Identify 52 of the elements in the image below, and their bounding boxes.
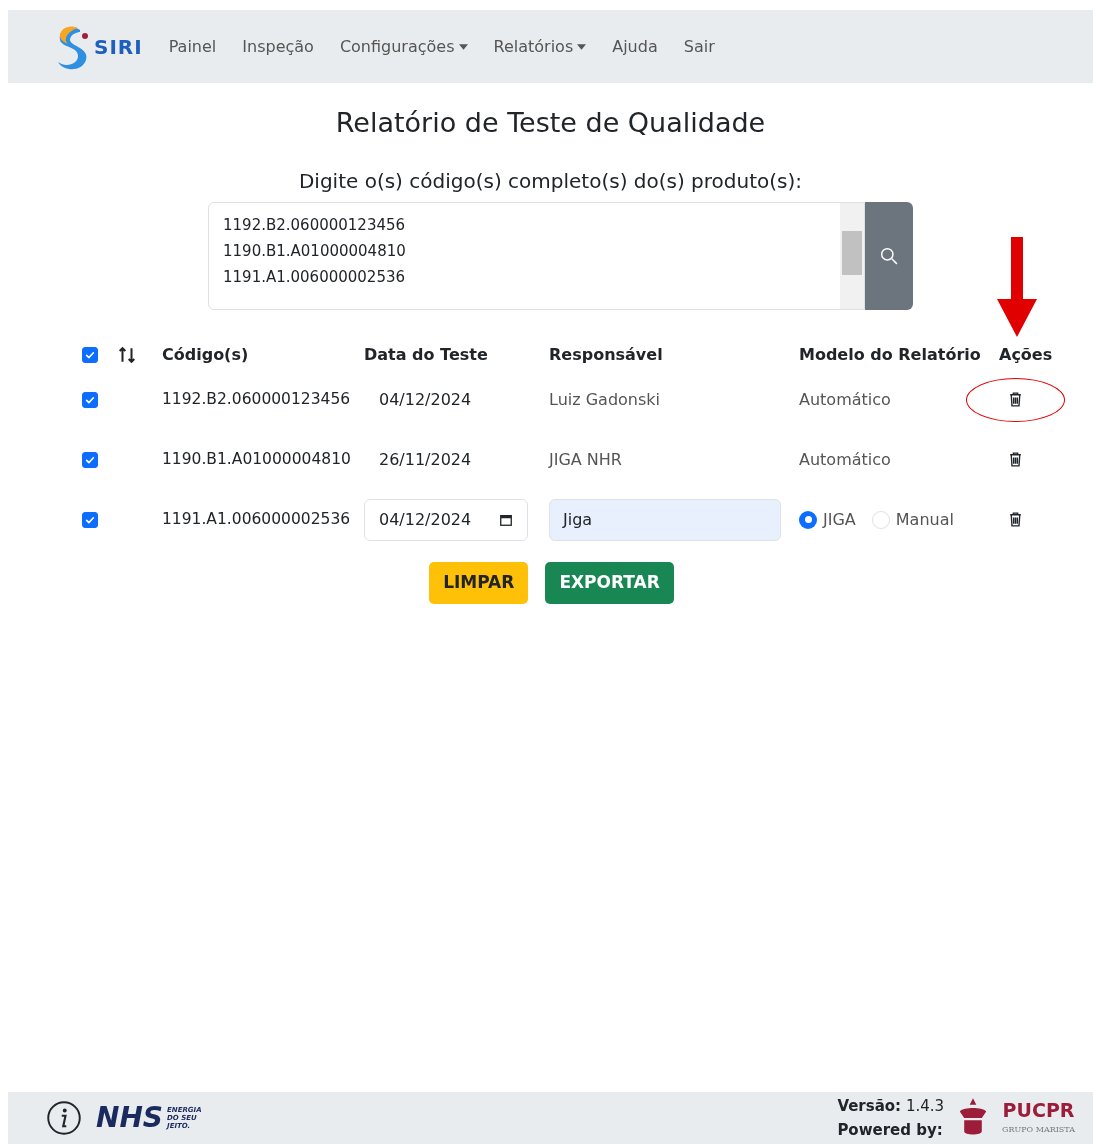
- version-text: Versão: 1.4.3: [837, 1096, 945, 1117]
- action-button[interactable]: LIMPAR: [429, 561, 529, 604]
- date-input[interactable]: 04/12/2024: [364, 498, 528, 541]
- table-cell-text: 1191.A1.006000002536: [162, 508, 352, 530]
- trash-icon[interactable]: [1007, 511, 1024, 528]
- scrollbar[interactable]: [840, 202, 864, 309]
- page-title: Relatório de Teste de Qualidade: [334, 106, 767, 140]
- nav-link[interactable]: Configurações: [339, 34, 468, 59]
- checkbox[interactable]: [82, 391, 98, 408]
- radio-label: JIGA: [823, 508, 856, 531]
- nav-link[interactable]: Sair: [683, 34, 715, 59]
- radio-label: Manual: [895, 508, 954, 531]
- column-header: Modelo do Relatório: [799, 343, 982, 366]
- column-header: Código(s): [162, 343, 250, 366]
- info-icon[interactable]: [46, 1100, 82, 1136]
- table-cell-text: Automático: [799, 388, 892, 411]
- pucpr-tagline: GRUPO MARISTA: [1002, 1123, 1075, 1136]
- trash-icon[interactable]: [1007, 391, 1024, 408]
- checkbox[interactable]: [82, 451, 98, 468]
- search-icon: [880, 246, 898, 265]
- nav-link[interactable]: Ajuda: [612, 34, 658, 59]
- trash-icon[interactable]: [1007, 451, 1024, 468]
- checkbox[interactable]: [82, 346, 98, 363]
- table-cell-text: 26/11/2024: [378, 448, 473, 471]
- responsible-input[interactable]: Jiga: [549, 498, 781, 541]
- radio-button[interactable]: [871, 510, 890, 529]
- brand-logo-text[interactable]: SIRI: [94, 31, 143, 62]
- powered-by-label: Powered by:: [837, 1120, 944, 1141]
- table-cell-text: Automático: [799, 448, 892, 471]
- caret-icon: [577, 43, 587, 50]
- nav-link[interactable]: Painel: [168, 34, 217, 59]
- sort-icon[interactable]: [118, 345, 136, 364]
- table-cell-text: 04/12/2024: [378, 388, 473, 411]
- radio-button[interactable]: [799, 510, 817, 529]
- column-header: Ações: [999, 343, 1054, 366]
- nav-link[interactable]: Relatórios: [493, 34, 587, 59]
- caret-icon: [458, 43, 468, 50]
- column-header: Data do Teste: [364, 343, 489, 366]
- checkbox[interactable]: [82, 511, 98, 528]
- table-cell-text: 1192.B2.060000123456: [162, 388, 352, 410]
- nav-link[interactable]: Inspeção: [242, 34, 314, 59]
- column-header: Responsável: [549, 343, 664, 366]
- pucpr-logo: PUCPR: [1002, 1100, 1075, 1120]
- codes-label: Digite o(s) código(s) completo(s) do(s) produto(s):: [297, 167, 804, 195]
- table-cell-text: JIGA NHR: [549, 448, 623, 471]
- action-button[interactable]: EXPORTAR: [545, 561, 674, 604]
- nhs-logo: NHS: [96, 1104, 164, 1132]
- table-cell-text: Luiz Gadonski: [549, 388, 662, 411]
- calendar-icon[interactable]: [499, 512, 513, 527]
- codes-textarea[interactable]: 1192.B2.060000123456 1190.B1.A01000004810 1191.A1.006000002536: [208, 201, 865, 310]
- table-cell-text: 1190.B1.A01000004810: [162, 448, 352, 470]
- search-button[interactable]: [865, 201, 913, 310]
